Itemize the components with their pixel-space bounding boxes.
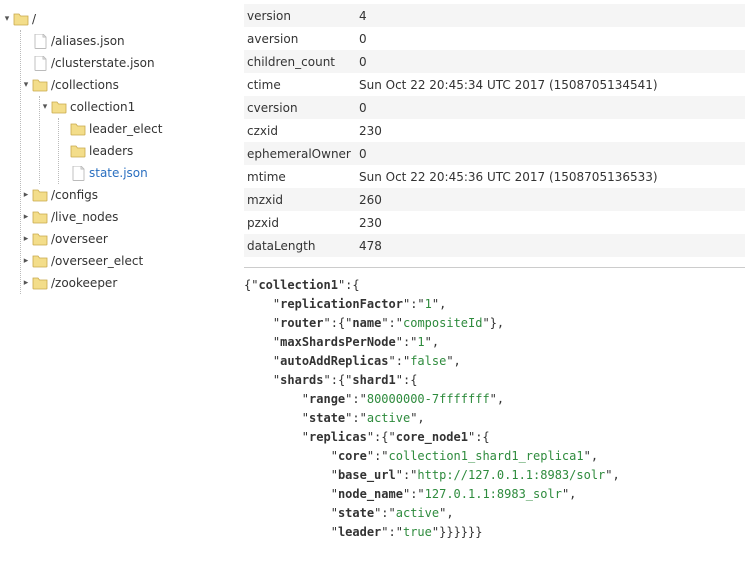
property-row: mzxid260 [244,188,745,211]
property-value: Sun Oct 22 20:45:34 UTC 2017 (1508705134… [359,73,745,96]
tree-label: /overseer [51,229,108,249]
tree-pane: ▾ / ▸ /aliases.json ▸ /clusterstate.json [0,0,240,569]
tree-label: / [32,9,36,29]
tree-node-collection1[interactable]: ▾ collection1 ▸ [40,96,236,184]
tree-label: /aliases.json [51,31,125,51]
property-value: 0 [359,96,745,119]
tree-node-leaders[interactable]: ▸ leaders [59,140,236,162]
property-value: 0 [359,50,745,73]
json-content: {"collection1":{ "replicationFactor":"1"… [244,276,745,542]
expand-icon[interactable]: ▸ [21,207,31,227]
tree-label: leader_elect [89,119,162,139]
expand-icon[interactable]: ▸ [21,251,31,271]
tree-node-live-nodes[interactable]: ▸ /live_nodes [21,206,236,228]
property-row: aversion0 [244,27,745,50]
tree-label: /collections [51,75,119,95]
property-row: czxid230 [244,119,745,142]
property-row: pzxid230 [244,211,745,234]
tree-node-configs[interactable]: ▸ /configs [21,184,236,206]
file-icon [70,165,86,181]
property-row: mtimeSun Oct 22 20:45:36 UTC 2017 (15087… [244,165,745,188]
tree-node-clusterstate[interactable]: ▸ /clusterstate.json [21,52,236,74]
file-icon [32,55,48,71]
tree-node-aliases[interactable]: ▸ /aliases.json [21,30,236,52]
tree-node-overseer[interactable]: ▸ /overseer [21,228,236,250]
tree-node-root[interactable]: ▾ / ▸ /aliases.json ▸ /clusterstate.json [2,8,236,294]
divider [244,267,745,268]
property-key: mzxid [244,188,359,211]
file-icon [32,33,48,49]
collapse-icon[interactable]: ▾ [2,9,12,29]
folder-icon [32,77,48,93]
property-key: pzxid [244,211,359,234]
property-row: ctimeSun Oct 22 20:45:34 UTC 2017 (15087… [244,73,745,96]
tree-label: /clusterstate.json [51,53,155,73]
folder-icon [70,143,86,159]
tree-label: /zookeeper [51,273,117,293]
property-key: aversion [244,27,359,50]
folder-icon [70,121,86,137]
property-key: version [244,4,359,27]
expand-icon[interactable]: ▸ [21,229,31,249]
tree-node-zookeeper[interactable]: ▸ /zookeeper [21,272,236,294]
folder-icon [32,187,48,203]
collapse-icon[interactable]: ▾ [21,75,31,95]
detail-pane: version4aversion0children_count0ctimeSun… [240,0,753,569]
property-key: dataLength [244,234,359,257]
tree-node-leader-elect[interactable]: ▸ leader_elect [59,118,236,140]
property-key: cversion [244,96,359,119]
property-row: dataLength478 [244,234,745,257]
folder-icon [32,275,48,291]
folder-icon [13,11,29,27]
property-value: Sun Oct 22 20:45:36 UTC 2017 (1508705136… [359,165,745,188]
folder-icon [32,253,48,269]
expand-icon[interactable]: ▸ [21,273,31,293]
property-value: 0 [359,27,745,50]
property-row: version4 [244,4,745,27]
property-value: 4 [359,4,745,27]
expand-icon[interactable]: ▸ [21,185,31,205]
folder-icon [51,99,67,115]
folder-icon [32,209,48,225]
property-value: 230 [359,211,745,234]
property-value: 230 [359,119,745,142]
property-key: czxid [244,119,359,142]
folder-icon [32,231,48,247]
property-key: ephemeralOwner [244,142,359,165]
tree-label: leaders [89,141,133,161]
tree-node-state-json[interactable]: ▸ state.json [59,162,236,184]
tree-node-overseer-elect[interactable]: ▸ /overseer_elect [21,250,236,272]
property-row: children_count0 [244,50,745,73]
property-row: ephemeralOwner0 [244,142,745,165]
property-value: 478 [359,234,745,257]
tree-label: collection1 [70,97,135,117]
tree-label-selected: state.json [89,163,148,183]
tree-label: /configs [51,185,98,205]
property-row: cversion0 [244,96,745,119]
tree-label: /overseer_elect [51,251,143,271]
property-key: children_count [244,50,359,73]
tree-node-collections[interactable]: ▾ /collections ▾ collection1 [21,74,236,184]
property-value: 0 [359,142,745,165]
property-key: ctime [244,73,359,96]
collapse-icon[interactable]: ▾ [40,97,50,117]
tree-label: /live_nodes [51,207,118,227]
property-value: 260 [359,188,745,211]
properties-table: version4aversion0children_count0ctimeSun… [244,4,745,257]
property-key: mtime [244,165,359,188]
